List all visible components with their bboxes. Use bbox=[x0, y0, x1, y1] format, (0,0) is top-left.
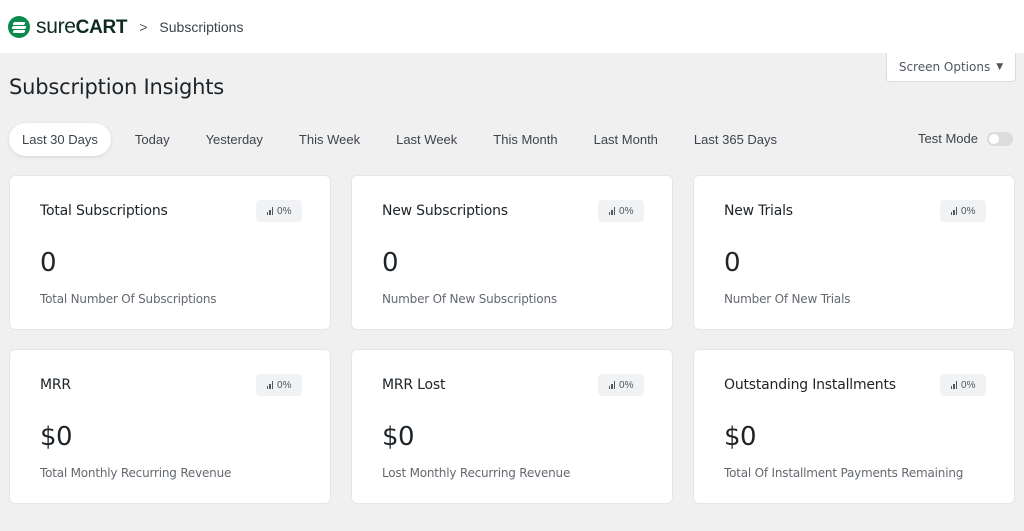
bar-chart-icon bbox=[266, 207, 274, 215]
change-badge: 0% bbox=[598, 200, 644, 222]
bar-chart-icon bbox=[608, 207, 616, 215]
stat-card-new-trials: New Trials 0% 0 Number Of New Trials bbox=[693, 175, 1015, 330]
caret-down-icon: ▼ bbox=[996, 62, 1004, 72]
change-value: 0% bbox=[619, 379, 634, 391]
breadcrumb-current: Subscriptions bbox=[159, 18, 244, 35]
bar-chart-icon bbox=[950, 381, 958, 389]
test-mode: Test Mode bbox=[918, 131, 1013, 146]
card-value: 0 bbox=[724, 248, 741, 278]
tab-last-365-days[interactable]: Last 365 Days bbox=[676, 123, 795, 156]
logo-wordmark: sureCART bbox=[36, 14, 128, 38]
change-badge: 0% bbox=[256, 374, 302, 396]
breadcrumb-separator-icon: > bbox=[139, 18, 148, 35]
stat-card-mrr: MRR 0% $0 Total Monthly Recurring Revenu… bbox=[9, 349, 331, 504]
card-title: Total Subscriptions bbox=[40, 203, 168, 219]
card-title: MRR Lost bbox=[382, 377, 446, 393]
tab-this-month[interactable]: This Month bbox=[475, 123, 575, 156]
stat-card-new-subscriptions: New Subscriptions 0% 0 Number Of New Sub… bbox=[351, 175, 673, 330]
change-value: 0% bbox=[277, 205, 292, 217]
card-value: $0 bbox=[382, 422, 415, 452]
card-description: Number Of New Subscriptions bbox=[382, 292, 557, 306]
tab-this-week[interactable]: This Week bbox=[281, 123, 378, 156]
stat-card-total-subscriptions: Total Subscriptions 0% 0 Total Number Of… bbox=[9, 175, 331, 330]
bar-chart-icon bbox=[608, 381, 616, 389]
card-description: Total Monthly Recurring Revenue bbox=[40, 466, 232, 480]
card-title: MRR bbox=[40, 377, 71, 393]
card-description: Total Of Installment Payments Remaining bbox=[724, 466, 964, 480]
tab-yesterday[interactable]: Yesterday bbox=[188, 123, 281, 156]
change-badge: 0% bbox=[256, 200, 302, 222]
toggle-knob bbox=[988, 133, 999, 144]
change-badge: 0% bbox=[940, 200, 986, 222]
change-value: 0% bbox=[961, 379, 976, 391]
tab-last-30-days[interactable]: Last 30 Days bbox=[9, 123, 111, 156]
tab-last-month[interactable]: Last Month bbox=[576, 123, 676, 156]
change-badge: 0% bbox=[940, 374, 986, 396]
screen-options-label: Screen Options bbox=[898, 60, 991, 74]
card-value: 0 bbox=[382, 248, 399, 278]
card-description: Lost Monthly Recurring Revenue bbox=[382, 466, 571, 480]
tab-today[interactable]: Today bbox=[117, 123, 188, 156]
change-value: 0% bbox=[961, 205, 976, 217]
stat-card-outstanding-installments: Outstanding Installments 0% $0 Total Of … bbox=[693, 349, 1015, 504]
date-range-tabs: Last 30 Days Today Yesterday This Week L… bbox=[9, 123, 795, 156]
card-value: 0 bbox=[40, 248, 57, 278]
card-title: New Subscriptions bbox=[382, 203, 508, 219]
change-value: 0% bbox=[277, 379, 292, 391]
surecart-logo[interactable]: sureCART bbox=[8, 14, 128, 39]
card-description: Total Number Of Subscriptions bbox=[40, 292, 217, 306]
stat-card-mrr-lost: MRR Lost 0% $0 Lost Monthly Recurring Re… bbox=[351, 349, 673, 504]
card-title: New Trials bbox=[724, 203, 793, 219]
top-bar: sureCART > Subscriptions bbox=[0, 0, 1024, 53]
page-title: Subscription Insights bbox=[9, 75, 225, 99]
test-mode-toggle[interactable] bbox=[986, 131, 1013, 146]
tab-last-week[interactable]: Last Week bbox=[378, 123, 475, 156]
test-mode-label: Test Mode bbox=[918, 131, 978, 146]
change-value: 0% bbox=[619, 205, 634, 217]
change-badge: 0% bbox=[598, 374, 644, 396]
card-title: Outstanding Installments bbox=[724, 377, 896, 393]
bar-chart-icon bbox=[266, 381, 274, 389]
bar-chart-icon bbox=[950, 207, 958, 215]
screen-options-button[interactable]: Screen Options ▼ bbox=[886, 53, 1016, 82]
card-description: Number Of New Trials bbox=[724, 292, 851, 306]
card-value: $0 bbox=[40, 422, 73, 452]
surecart-logo-icon bbox=[8, 15, 30, 38]
card-value: $0 bbox=[724, 422, 757, 452]
